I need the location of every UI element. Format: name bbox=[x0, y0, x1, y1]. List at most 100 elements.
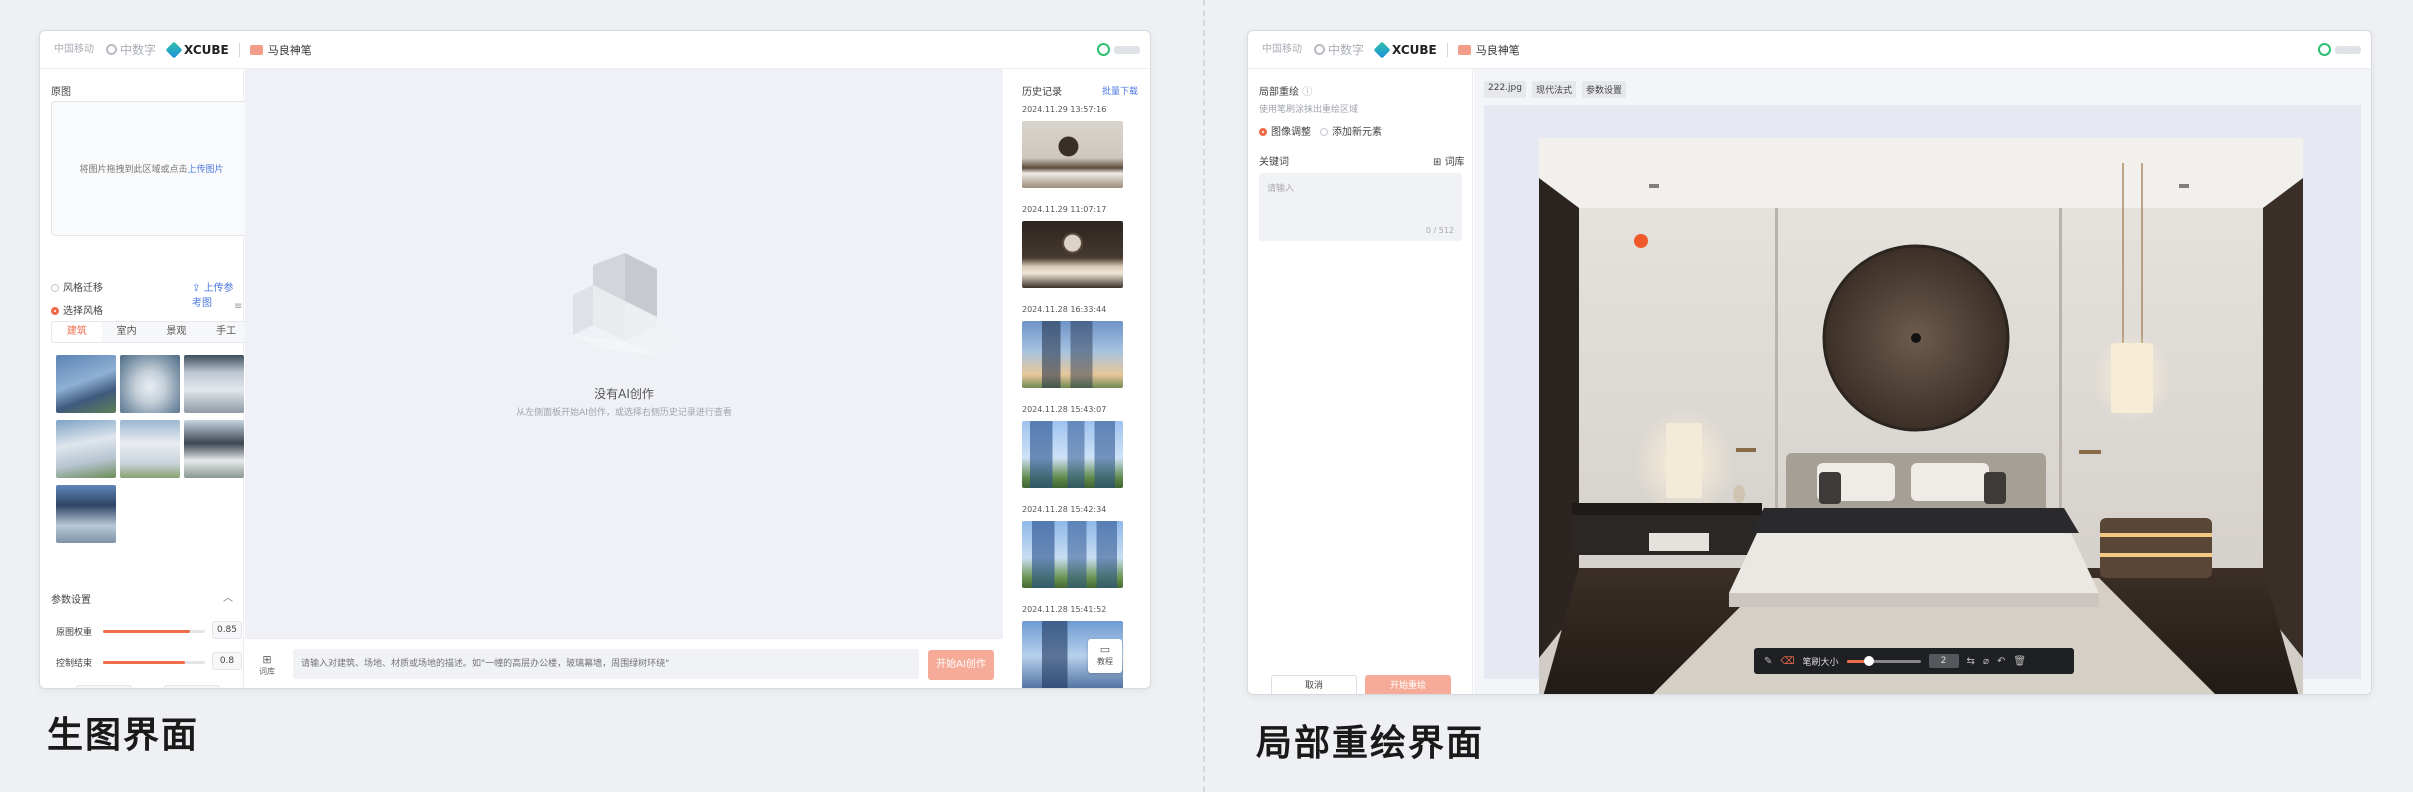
choose-style-option[interactable]: 选择风格 bbox=[51, 302, 103, 317]
keyword-char-count: 0 / 512 bbox=[1425, 226, 1454, 235]
upload-link[interactable]: 上传图片 bbox=[188, 162, 224, 175]
weight-slider[interactable] bbox=[103, 630, 205, 633]
lexicon-button[interactable]: ⊞ 词库 bbox=[259, 653, 275, 677]
brush-size-knob[interactable] bbox=[1863, 655, 1874, 666]
image-tabs: 222.jpg 现代法式 参数设置 bbox=[1484, 81, 1626, 98]
empty-state-illustration bbox=[573, 253, 685, 355]
cancel-button[interactable]: 取消 bbox=[1271, 675, 1357, 694]
style-thumbnail[interactable] bbox=[56, 420, 116, 478]
generation-screen: 中国移动 中数字 XCUBE 马良神笔 原图 将图片拖拽到此区域或点击 上传图片 … bbox=[39, 30, 1151, 689]
params-title: 参数设置 bbox=[51, 595, 91, 606]
user-menu[interactable] bbox=[1097, 43, 1140, 56]
generation-left-panel: 原图 将图片拖拽到此区域或点击 上传图片 风格迁移 ⇪ 上传参考图 选择风格 ≡ … bbox=[40, 69, 252, 689]
history-image[interactable] bbox=[1022, 121, 1123, 188]
chevron-up-icon[interactable]: ︿ bbox=[223, 589, 233, 604]
style-thumbnail[interactable] bbox=[56, 355, 116, 413]
style-thumbnail[interactable] bbox=[184, 355, 244, 413]
history-panel: 历史记录 批量下载 2024.11.29 13:57:16 2024.11.29… bbox=[1022, 69, 1150, 688]
style-thumbnail[interactable] bbox=[120, 420, 180, 478]
brush-size-label: 笔刷大小 bbox=[1802, 657, 1839, 668]
height-input[interactable]: 796 bbox=[164, 685, 220, 688]
user-name-placeholder bbox=[2335, 45, 2361, 54]
history-title: 历史记录 bbox=[1022, 87, 1062, 98]
tab-file[interactable]: 222.jpg bbox=[1484, 81, 1526, 98]
lexicon-button[interactable]: ⊞ 词库 bbox=[1433, 153, 1465, 168]
mode-image-adjust[interactable]: 图像调整 bbox=[1259, 123, 1311, 138]
tab-interior[interactable]: 室内 bbox=[102, 322, 152, 342]
undo-icon[interactable]: ↶ bbox=[1997, 656, 2005, 667]
delete-icon[interactable]: 🗑︎ bbox=[2013, 656, 2026, 667]
tab-style[interactable]: 现代法式 bbox=[1531, 81, 1576, 98]
history-timestamp: 2024.11.28 15:43:07 bbox=[1022, 405, 1107, 414]
lock-icon[interactable]: 🔒︎ bbox=[230, 688, 235, 689]
style-thumbnail[interactable] bbox=[120, 355, 180, 413]
mode-add-element-label: 添加新元素 bbox=[1332, 127, 1382, 138]
xcube-logo: XCUBE bbox=[165, 41, 229, 58]
brush-size-value[interactable]: 2 bbox=[1928, 654, 1959, 668]
radio-icon bbox=[1320, 128, 1328, 136]
product-name: 马良神笔 bbox=[249, 42, 312, 58]
eraser-icon[interactable]: ⌫ bbox=[1780, 656, 1794, 667]
brush-icon[interactable]: ✎ bbox=[1764, 656, 1772, 667]
style-transfer-option[interactable]: 风格迁移 bbox=[51, 279, 103, 294]
top-bar: 中国移动 中数字 XCUBE 马良神笔 bbox=[1248, 31, 2371, 69]
style-transfer-label: 风格迁移 bbox=[63, 283, 103, 294]
tab-architecture[interactable]: 建筑 bbox=[52, 322, 102, 342]
cube-icon bbox=[1373, 41, 1391, 58]
control-end-value[interactable]: 0.8 bbox=[212, 652, 242, 670]
brand-logo-a: 中国移动 bbox=[1262, 43, 1302, 55]
avatar bbox=[2318, 43, 2331, 56]
tab-params[interactable]: 参数设置 bbox=[1581, 81, 1626, 98]
style-thumbnail[interactable] bbox=[56, 485, 116, 543]
start-generation-button[interactable]: 开始AI创作 bbox=[928, 650, 994, 680]
batch-download-link[interactable]: 批量下载 bbox=[1102, 84, 1138, 97]
brush-size-slider[interactable] bbox=[1846, 655, 1921, 666]
history-image[interactable] bbox=[1022, 321, 1123, 388]
panel-title: 原图 bbox=[51, 87, 71, 98]
tab-handcraft[interactable]: 手工 bbox=[201, 322, 251, 342]
clear-icon[interactable]: ⌀ bbox=[1983, 656, 1989, 667]
redraw-screen: 中国移动 中数字 XCUBE 马良神笔 局部重绘 ⓘ 使用笔刷涂抹出重绘区域 图… bbox=[1247, 30, 2372, 695]
section-divider bbox=[1203, 0, 1205, 792]
xcube-text: XCUBE bbox=[1392, 42, 1437, 57]
empty-state-subtitle: 从左侧面板开始AI创作，或选择右侧历史记录进行查看 bbox=[516, 408, 732, 418]
user-menu[interactable] bbox=[2318, 43, 2361, 56]
pen-icon bbox=[1457, 44, 1471, 55]
tutorial-button[interactable]: ▭ 教程 bbox=[1088, 639, 1122, 673]
redraw-hint: 使用笔刷涂抹出重绘区域 bbox=[1259, 105, 1359, 115]
header-separator bbox=[1446, 42, 1448, 57]
product-name-text: 马良神笔 bbox=[267, 43, 312, 57]
prompt-input[interactable] bbox=[293, 649, 919, 679]
weight-value[interactable]: 0.85 bbox=[212, 621, 242, 639]
upload-icon: ⇪ bbox=[192, 283, 204, 294]
redraw-title: 局部重绘 ⓘ bbox=[1259, 83, 1312, 98]
brand-logo-b: 中数字 bbox=[106, 41, 156, 58]
tutorial-label: 教程 bbox=[1097, 657, 1113, 666]
brand-logo-b: 中数字 bbox=[1314, 41, 1364, 58]
history-timestamp: 2024.11.28 16:33:44 bbox=[1022, 305, 1107, 314]
upload-dropzone[interactable]: 将图片拖拽到此区域或点击 上传图片 bbox=[51, 101, 252, 236]
xcube-logo: XCUBE bbox=[1373, 41, 1437, 58]
control-end-slider[interactable] bbox=[103, 661, 205, 664]
mode-add-element[interactable]: 添加新元素 bbox=[1320, 123, 1382, 138]
tab-landscape[interactable]: 景观 bbox=[152, 322, 202, 342]
history-image[interactable] bbox=[1022, 421, 1123, 488]
param-weight-label: 原图权重 bbox=[56, 628, 93, 638]
style-thumbnail[interactable] bbox=[184, 420, 244, 478]
help-icon[interactable]: ⓘ bbox=[1302, 87, 1312, 98]
bedroom-photo[interactable] bbox=[1539, 138, 2303, 695]
keyword-input[interactable]: 请输入 0 / 512 bbox=[1259, 173, 1462, 241]
brand-logo-b-text: 中数字 bbox=[1328, 43, 1365, 57]
width-input[interactable]: 1080 bbox=[76, 685, 132, 688]
style-tabs: 建筑 室内 景观 手工 bbox=[51, 321, 252, 343]
redraw-canvas-area: 222.jpg 现代法式 参数设置 ✎ ⌫ 笔刷大小 2 ⇆ ⌀ ↶ 🗑︎ bbox=[1474, 69, 2371, 694]
history-image[interactable] bbox=[1022, 521, 1123, 588]
brand-ring-icon bbox=[1314, 44, 1325, 55]
swap-icon[interactable]: ⇆ bbox=[1967, 656, 1975, 667]
user-name-placeholder bbox=[1114, 45, 1140, 54]
choose-style-label: 选择风格 bbox=[63, 306, 103, 317]
history-image[interactable] bbox=[1022, 221, 1123, 288]
start-redraw-button[interactable]: 开始重绘 bbox=[1365, 675, 1451, 694]
history-timestamp: 2024.11.28 15:42:34 bbox=[1022, 505, 1107, 514]
list-icon[interactable]: ≡ bbox=[234, 301, 242, 312]
